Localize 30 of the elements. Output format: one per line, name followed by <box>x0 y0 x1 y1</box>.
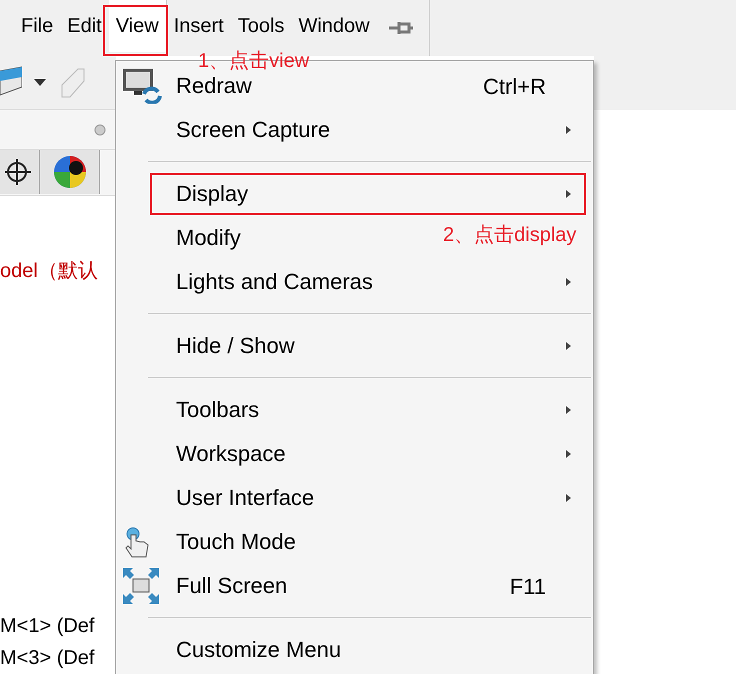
menu-item[interactable]: Redraw <box>176 74 252 98</box>
menu-tab[interactable]: Window <box>291 0 377 52</box>
shortcut-label: F11 <box>510 572 546 600</box>
menu-item[interactable]: Lights and Cameras <box>176 270 373 294</box>
annotation-note: 2、点击display <box>443 225 576 245</box>
caret-icon[interactable] <box>34 78 46 86</box>
shortcut-label: Ctrl+R <box>483 72 546 100</box>
menu-tab[interactable]: Edit <box>60 0 109 52</box>
menu-tab[interactable]: Insert <box>166 0 231 52</box>
annotation-note: 1、点击view <box>198 51 310 71</box>
fullscreen-icon <box>122 567 160 605</box>
menu-item[interactable]: Customize Menu <box>176 638 342 662</box>
menu-item[interactable]: Modify <box>176 226 241 250</box>
sphere-icon[interactable] <box>52 155 86 189</box>
menu-tab[interactable]: Tools <box>230 0 292 52</box>
tree-item[interactable]: odel（默认 <box>0 256 116 286</box>
menu-item[interactable]: Hide / Show <box>176 334 295 358</box>
menu-item[interactable]: Full Screen <box>176 574 288 598</box>
tree-item[interactable]: M<3> (Def <box>0 643 116 673</box>
menu-item[interactable]: Screen Capture <box>176 118 330 142</box>
tree-item[interactable]: M<1> (Def <box>0 611 116 641</box>
monitor-refresh-icon <box>122 68 162 104</box>
menu-tab[interactable]: File <box>14 0 60 52</box>
menu-item[interactable]: Workspace <box>176 442 286 466</box>
menu-item[interactable]: User Interface <box>176 486 314 510</box>
menu-item[interactable]: Toolbars <box>176 398 260 422</box>
pin-icon[interactable] <box>388 21 413 35</box>
status-dot-icon <box>94 124 106 136</box>
menu-item[interactable]: Touch Mode <box>176 530 296 554</box>
menu-item[interactable]: Display <box>176 182 248 206</box>
